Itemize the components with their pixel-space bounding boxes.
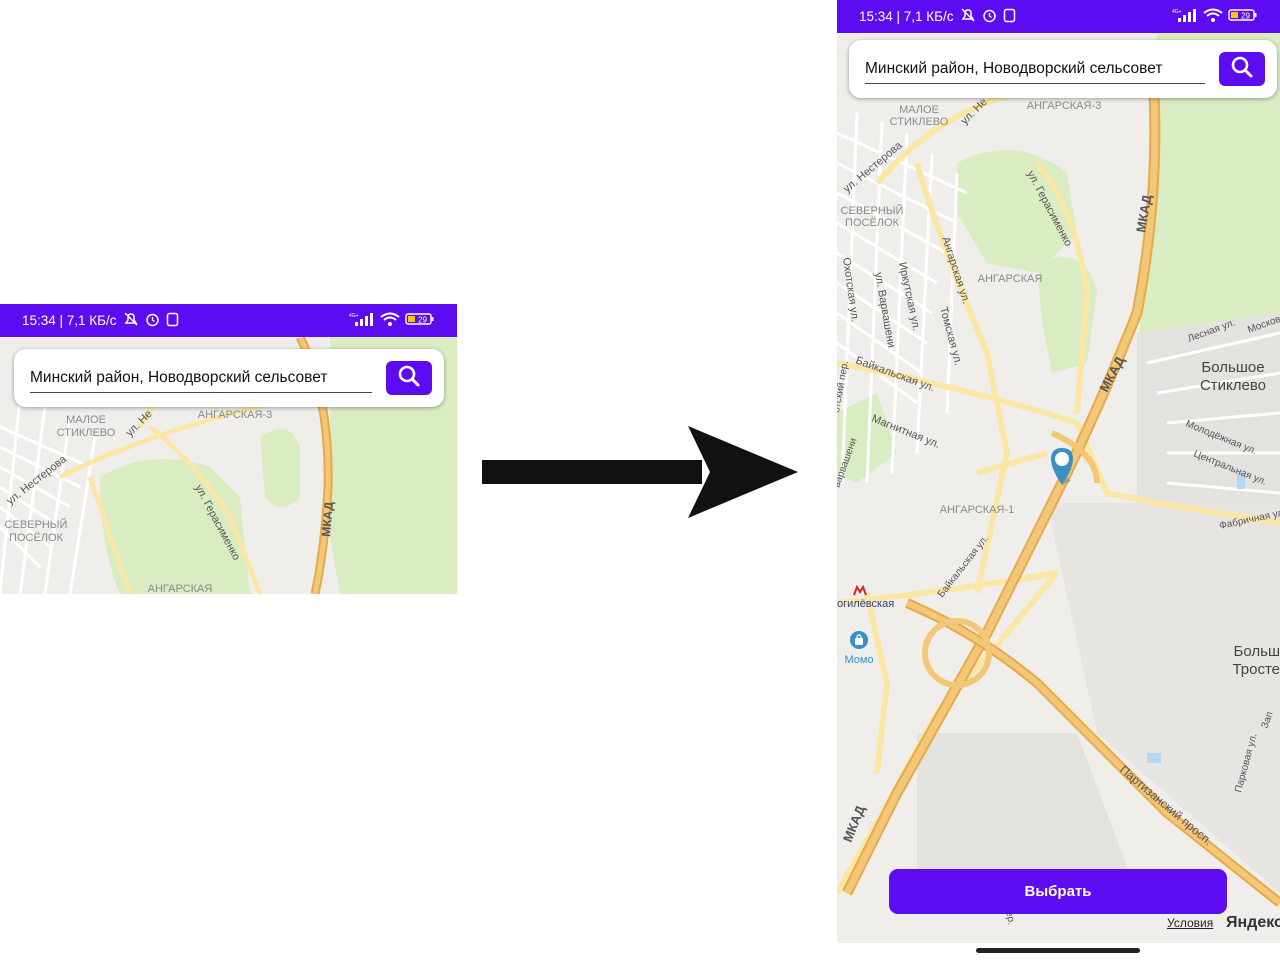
phone-screenshot-after: МАЛОЕ СТИКЛЕВО АНГАРСКАЯ-3 ул. Нестерова… — [837, 0, 1280, 943]
svg-text:29: 29 — [1241, 12, 1250, 21]
map-label: Больш — [1234, 643, 1280, 660]
search-input-value: Минский район, Новодворский сельсовет — [865, 59, 1163, 77]
map-label: СТИКЛЕВО — [890, 116, 949, 128]
map-label: Тросте — [1232, 661, 1280, 678]
map-label: АНГАРСКАЯ-3 — [198, 409, 272, 421]
svg-text:4G+: 4G+ — [349, 313, 359, 319]
search-input-value: Минский район, Новодворский сельсовет — [30, 368, 328, 386]
alarm-icon — [145, 312, 160, 330]
terms-link[interactable]: Условия — [1167, 916, 1213, 930]
map-label: АНГАРСКАЯ — [148, 583, 213, 594]
comparison-canvas: МАЛОЕ СТИКЛЕВО АНГАРСКАЯ-3 ул. Нестерова… — [0, 0, 1280, 960]
map-label: Большое — [1201, 359, 1264, 376]
screen-record-icon — [1003, 8, 1016, 26]
gesture-navigation-bar[interactable] — [976, 948, 1140, 953]
alarm-icon — [982, 8, 997, 26]
map-label: СЕВЕРНЫЙ — [841, 204, 904, 217]
battery-icon: 29 — [405, 312, 435, 329]
metro-icon — [853, 585, 867, 597]
map-label: АНГАРСКАЯ-3 — [1027, 100, 1101, 112]
search-button[interactable] — [1219, 52, 1265, 86]
svg-text:29: 29 — [418, 316, 427, 325]
svg-text:4G+: 4G+ — [1172, 9, 1182, 15]
map-label: СТИКЛЕВО — [57, 427, 116, 439]
yandex-logo: Яндекс — [1226, 914, 1280, 931]
map-label: Стиклево — [1200, 377, 1266, 394]
location-pin-icon[interactable] — [1049, 447, 1075, 487]
shopping-bag-icon — [849, 630, 869, 650]
mute-notifications-icon — [960, 8, 976, 25]
map-label: МАЛОЕ — [899, 104, 939, 116]
battery-icon: 29 — [1228, 8, 1258, 25]
screen-record-icon — [166, 312, 179, 330]
status-time: 15:34 | 7,1 КБ/с — [859, 9, 954, 24]
status-time: 15:34 | 7,1 КБ/с — [22, 313, 117, 328]
search-input[interactable]: Минский район, Новодворский сельсовет — [865, 54, 1205, 84]
search-icon — [397, 364, 421, 393]
map-label: огилёвская — [837, 598, 894, 610]
status-bar: 15:34 | 7,1 КБ/с 4G+ 29 — [0, 304, 457, 337]
wifi-icon — [1203, 8, 1223, 25]
map-label: Момо — [844, 654, 873, 666]
map-label: МАЛОЕ — [66, 414, 106, 426]
search-icon — [1230, 55, 1254, 84]
cellular-signal-icon: 4G+ — [1172, 8, 1198, 25]
map-label: ПОСЁЛОК — [845, 217, 900, 229]
map-view[interactable]: МАЛОЕ СТИКЛЕВО АНГАРСКАЯ-3 ул. Нестерова… — [837, 33, 1280, 943]
map-label: СЕВЕРНЫЙ — [5, 518, 68, 531]
select-button[interactable]: Выбрать — [889, 869, 1227, 914]
status-bar: 15:34 | 7,1 КБ/с 4G+ 29 — [837, 0, 1280, 33]
transition-arrow-icon — [480, 424, 800, 525]
map-label: АНГАРСКАЯ-1 — [940, 504, 1014, 516]
cellular-signal-icon: 4G+ — [349, 312, 375, 329]
map-label: ПОСЁЛОК — [9, 532, 64, 544]
map-label: АНГАРСКАЯ — [978, 273, 1043, 285]
search-card: Минский район, Новодворский сельсовет — [14, 349, 444, 407]
search-card: Минский район, Новодворский сельсовет — [849, 40, 1277, 98]
search-input[interactable]: Минский район, Новодворский сельсовет — [30, 363, 372, 393]
mute-notifications-icon — [123, 312, 139, 329]
search-button[interactable] — [386, 361, 432, 395]
phone-screenshot-before: МАЛОЕ СТИКЛЕВО АНГАРСКАЯ-3 ул. Нестерова… — [0, 304, 457, 594]
wifi-icon — [380, 312, 400, 329]
